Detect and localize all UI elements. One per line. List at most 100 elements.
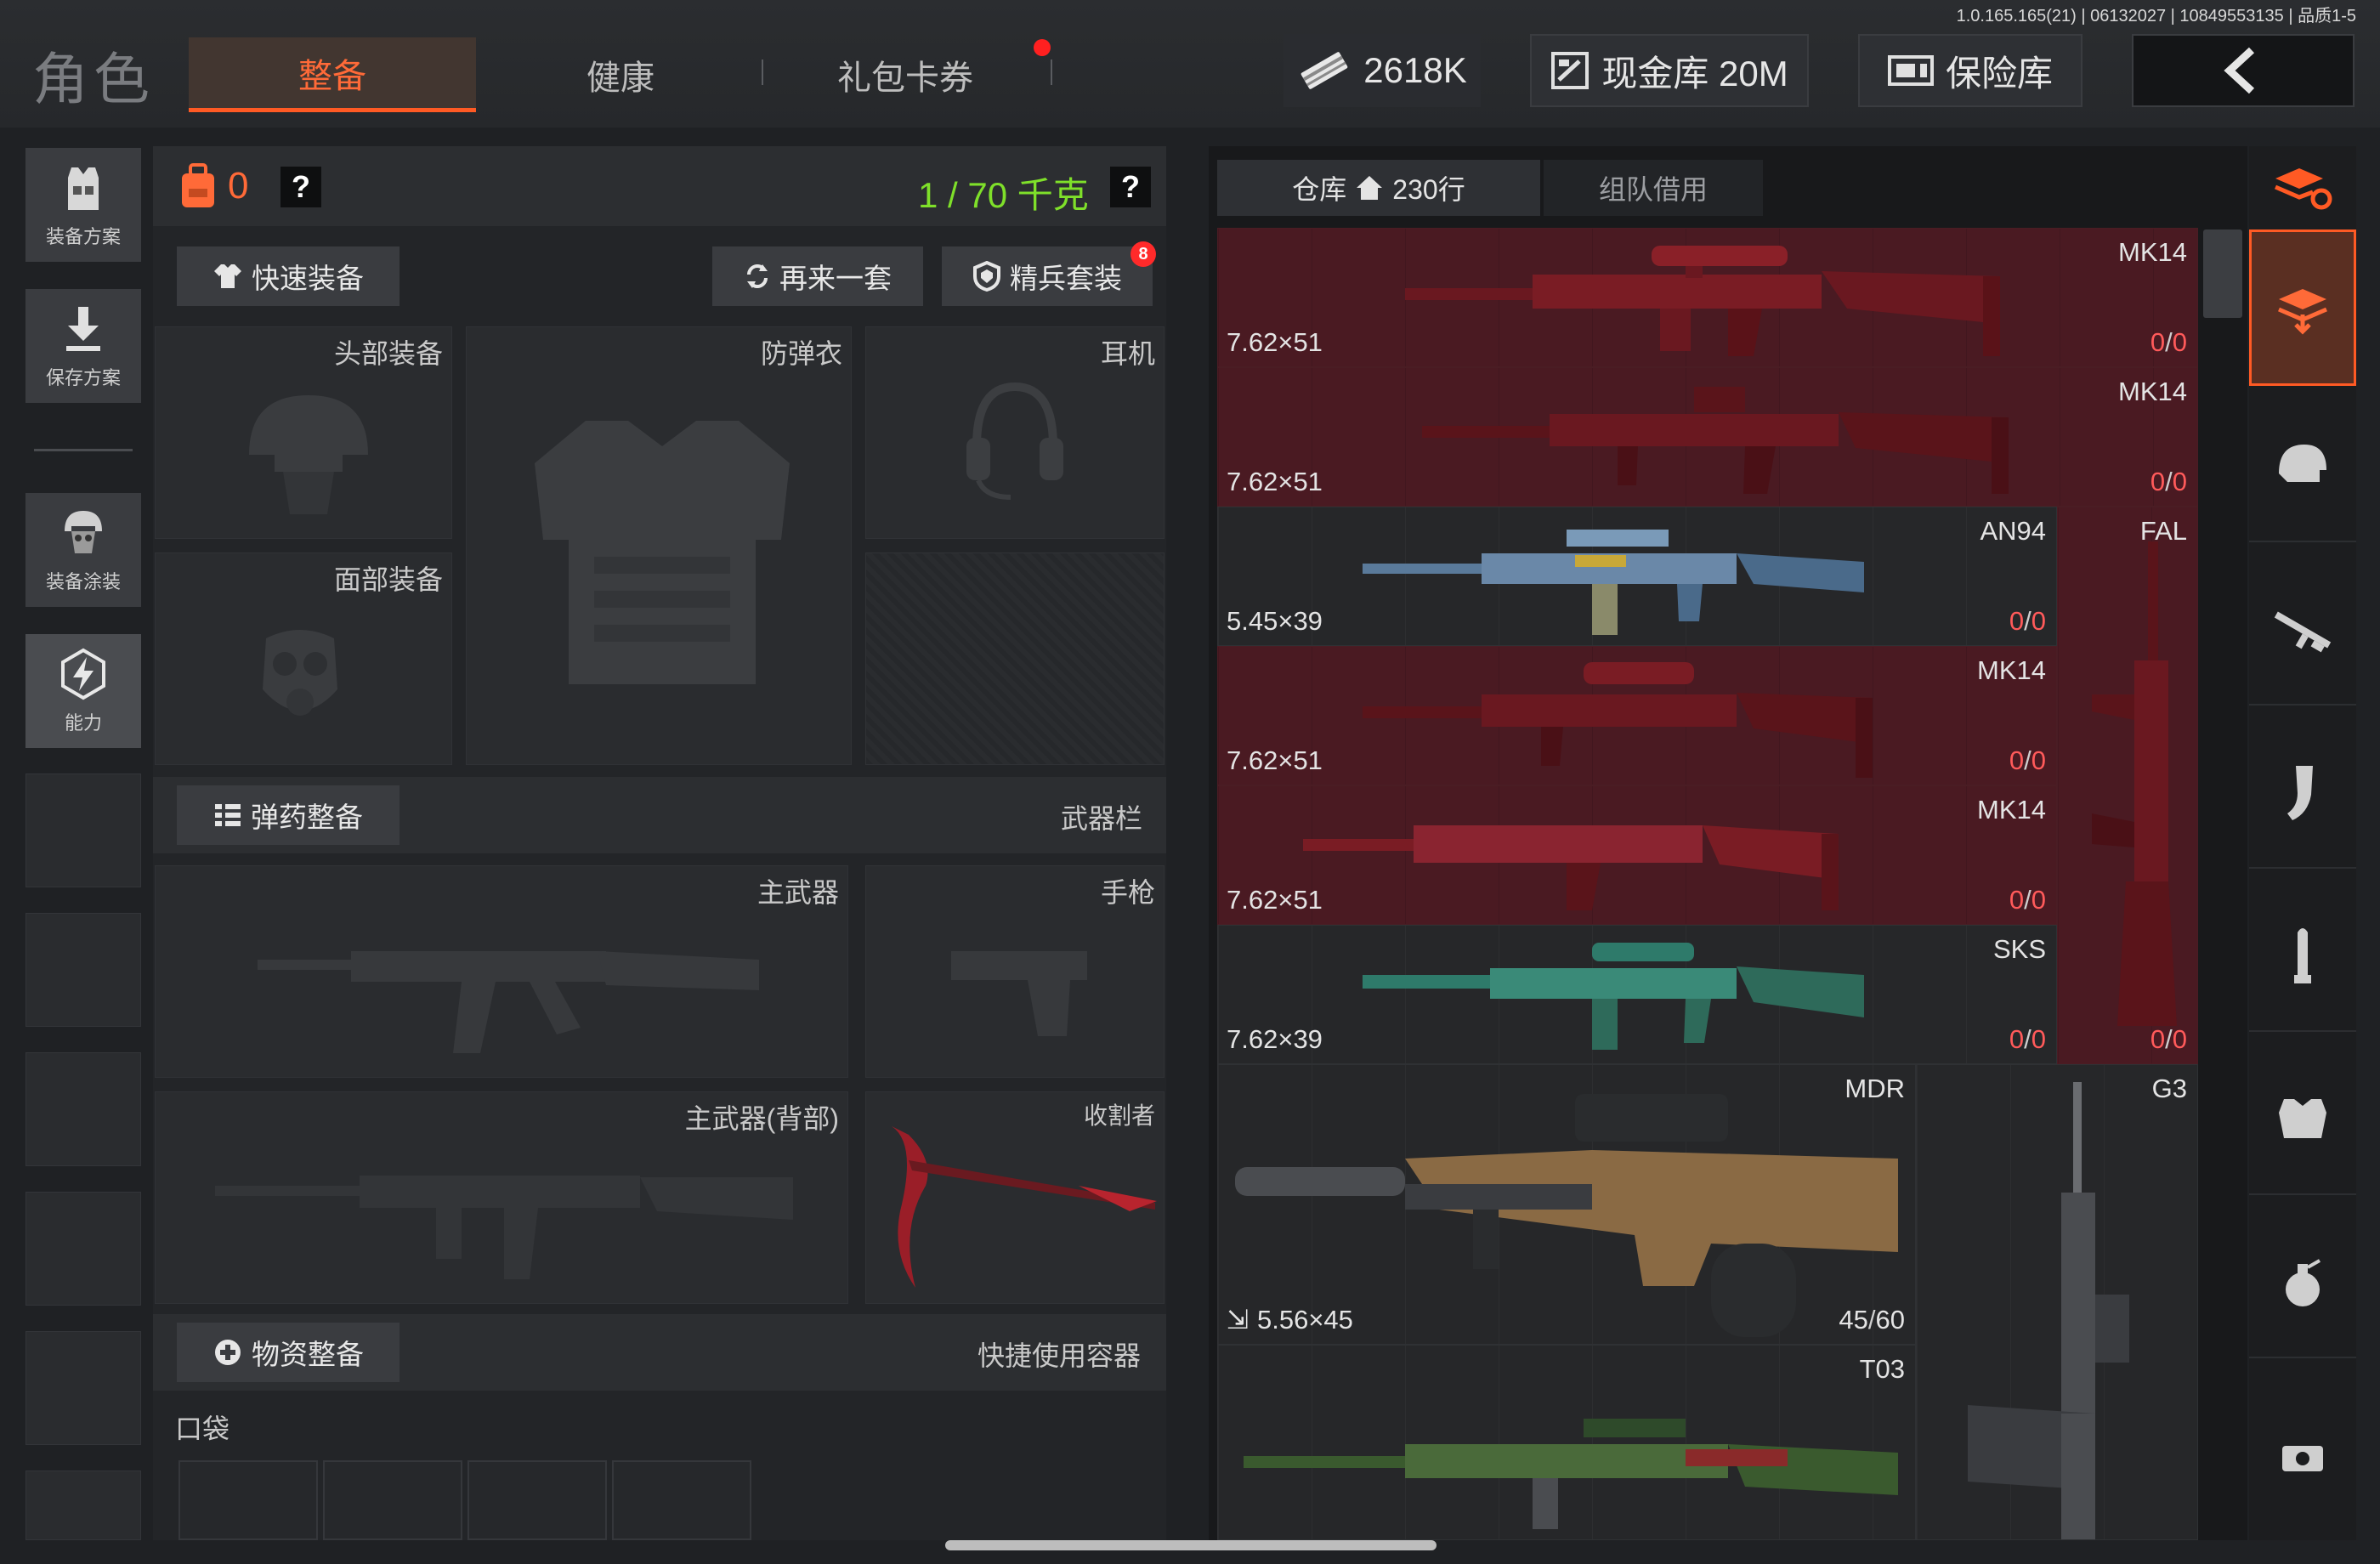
pocket-slot[interactable] <box>468 1460 607 1540</box>
help-icon[interactable]: ? <box>280 167 321 207</box>
warehouse-item[interactable]: FAL 0/0 <box>2057 507 2198 1064</box>
warehouse-item[interactable]: SKS 7.62×39 0/0 <box>1217 925 2057 1064</box>
grenade-icon <box>2286 1259 2320 1306</box>
refresh-icon <box>747 264 768 288</box>
export-icon: ⇲ <box>1227 1305 1249 1334</box>
category-armor[interactable] <box>2249 1046 2356 1195</box>
warehouse-item[interactable]: G3 <box>1916 1064 2198 1540</box>
gas-mask-icon <box>263 630 337 716</box>
tab-equip[interactable]: 整备 <box>189 37 476 112</box>
warehouse-scrollbar[interactable] <box>2203 230 2242 318</box>
warehouse-item[interactable]: MK14 7.62×51 0/0 <box>1217 785 2057 925</box>
elite-set-label: 精兵套装 <box>1010 263 1122 294</box>
helmet-mask-icon <box>65 511 102 553</box>
helmet-icon <box>2279 445 2326 482</box>
mk14-rifle-image <box>1405 246 2000 356</box>
tab-warehouse[interactable]: 仓库 230行 <box>1217 160 1540 216</box>
money-display[interactable]: 2618K <box>1284 34 1481 107</box>
money-value: 2618K <box>1363 50 1467 90</box>
mk14-rifle-image <box>1363 662 1873 778</box>
backpack-icon <box>178 163 218 213</box>
category-rifle[interactable] <box>2249 556 2356 706</box>
warehouse-rows: 230行 <box>1392 174 1465 205</box>
equip-again-label: 再来一套 <box>779 263 892 294</box>
help-icon[interactable]: ? <box>1110 167 1151 207</box>
tab-health[interactable]: 健康 <box>518 37 722 112</box>
cash-vault-label: 现金库 20M <box>1601 53 1788 94</box>
ability-button[interactable]: 能力 <box>26 634 141 748</box>
item-durability: 0/0 <box>2009 606 2046 636</box>
category-misc[interactable] <box>2249 1372 2356 1540</box>
weapon-bar-label: 武器栏 <box>1061 803 1143 834</box>
rail-divider <box>34 449 133 451</box>
item-durability: 0/0 <box>2150 467 2187 496</box>
notification-dot <box>1034 39 1051 56</box>
pocket-slot[interactable] <box>612 1460 751 1540</box>
primary-weapon-slot[interactable]: 主武器 <box>155 865 848 1078</box>
quick-equip-button[interactable]: 快速装备 <box>177 246 400 306</box>
empty-gear-slot <box>865 552 1164 765</box>
category-magazine[interactable] <box>2249 719 2356 869</box>
elite-set-button[interactable]: 精兵套装 <box>942 246 1153 306</box>
empty-rail-slot <box>26 1192 141 1306</box>
vault-icon <box>1550 51 1590 90</box>
category-all[interactable] <box>2249 230 2356 386</box>
item-durability: 0/0 <box>2009 1024 2046 1054</box>
warehouse-item[interactable]: MDR ⇲ 5.56×45 45/60 <box>1217 1064 1916 1345</box>
primary-weapon-label: 主武器 <box>756 877 839 908</box>
body-armor-slot[interactable]: 防弹衣 <box>466 326 852 765</box>
head-gear-slot[interactable]: 头部装备 <box>155 326 452 539</box>
item-caliber: 7.62×39 <box>1227 1024 1323 1054</box>
ammo-icon <box>2294 928 2311 983</box>
headset-slot[interactable]: 耳机 <box>865 326 1164 539</box>
pocket-slot[interactable] <box>178 1460 318 1540</box>
item-caliber: 7.62×51 <box>1227 885 1323 915</box>
headset-icon <box>966 382 1063 500</box>
face-gear-slot[interactable]: 面部装备 <box>155 552 452 765</box>
all-items-icon <box>2278 289 2327 335</box>
equipment-plan-label: 装备方案 <box>45 226 121 247</box>
tab-team-borrow[interactable]: 组队借用 <box>1544 160 1763 216</box>
tab-gift-coupons[interactable]: 礼包卡券 <box>774 37 1037 112</box>
cash-vault-button[interactable]: 现金库 20M <box>1530 34 1809 107</box>
warehouse-item[interactable]: AN94 5.45×39 0/0 <box>1217 507 2057 646</box>
empty-rail-slot <box>26 1052 141 1166</box>
empty-rail-slot <box>26 1470 141 1540</box>
category-helmet[interactable] <box>2249 393 2356 542</box>
category-grenade[interactable] <box>2249 1209 2356 1358</box>
primary-weapon-back-slot[interactable]: 主武器(背部) <box>155 1091 848 1304</box>
warehouse-item[interactable]: MK14 7.62×51 0/0 <box>1217 367 2198 507</box>
weight-capacity: 1 / 70 千克 <box>918 175 1089 215</box>
equip-again-button[interactable]: 再来一套 <box>712 246 923 306</box>
supply-prep-button[interactable]: 物资整备 <box>177 1323 400 1382</box>
warehouse-item[interactable]: T03 <box>1217 1345 1916 1540</box>
fal-rifle-image <box>2092 541 2177 1026</box>
sort-refresh-button[interactable] <box>2249 153 2356 221</box>
equipment-skin-label: 装备涂装 <box>45 571 121 592</box>
item-caliber: ⇲ 5.56×45 <box>1227 1305 1353 1334</box>
home-indicator[interactable] <box>945 1540 1436 1550</box>
back-button[interactable] <box>2132 34 2354 107</box>
warehouse-item[interactable]: MK14 7.62×51 0/0 <box>1217 228 2198 367</box>
melee-slot[interactable]: 收割者 <box>865 1091 1164 1304</box>
download-icon <box>66 307 100 351</box>
category-ammo[interactable] <box>2249 882 2356 1032</box>
tab-divider <box>1051 60 1052 85</box>
tab-divider <box>762 60 763 85</box>
ability-label: 能力 <box>64 712 102 734</box>
safe-button[interactable]: 保险库 <box>1858 34 2082 107</box>
empty-rail-slot <box>26 913 141 1027</box>
pocket-slot[interactable] <box>323 1460 462 1540</box>
vest-icon <box>68 167 99 210</box>
empty-rail-slot <box>26 1331 141 1445</box>
warehouse-item[interactable]: MK14 7.62×51 0/0 <box>1217 646 2057 785</box>
equipment-plan-button[interactable]: 装备方案 <box>26 148 141 262</box>
warehouse-tab-label: 仓库 <box>1292 174 1347 205</box>
pistol-slot[interactable]: 手枪 <box>865 865 1164 1078</box>
mdr-rifle-image <box>1235 1094 1898 1337</box>
save-plan-button[interactable]: 保存方案 <box>26 289 141 403</box>
equipment-skin-button[interactable]: 装备涂装 <box>26 493 141 607</box>
head-gear-label: 头部装备 <box>333 338 443 369</box>
ammo-prep-button[interactable]: 弹药整备 <box>177 785 400 845</box>
body-armor-icon <box>535 421 790 684</box>
